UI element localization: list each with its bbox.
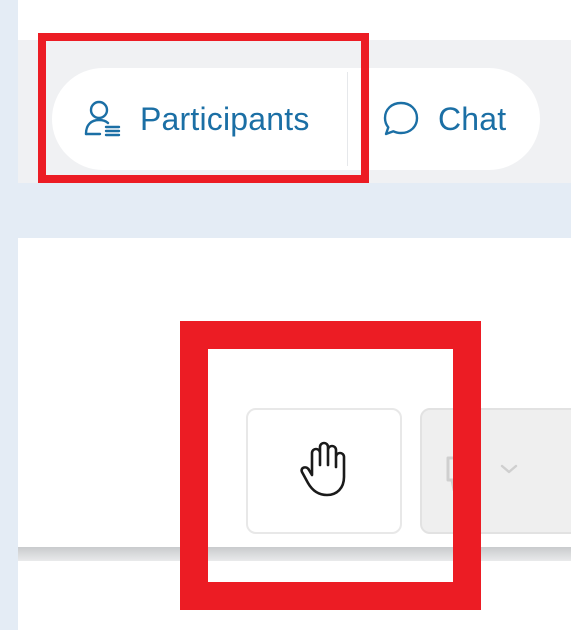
tab-chat[interactable]: Chat xyxy=(348,68,540,170)
chat-icon xyxy=(380,98,422,140)
app-root: Participants Chat xyxy=(0,0,571,630)
highlight-box-participants xyxy=(38,33,369,183)
highlight-box-raise-hand xyxy=(180,321,481,610)
chevron-down-icon[interactable] xyxy=(498,461,520,482)
tab-chat-label: Chat xyxy=(438,100,507,137)
